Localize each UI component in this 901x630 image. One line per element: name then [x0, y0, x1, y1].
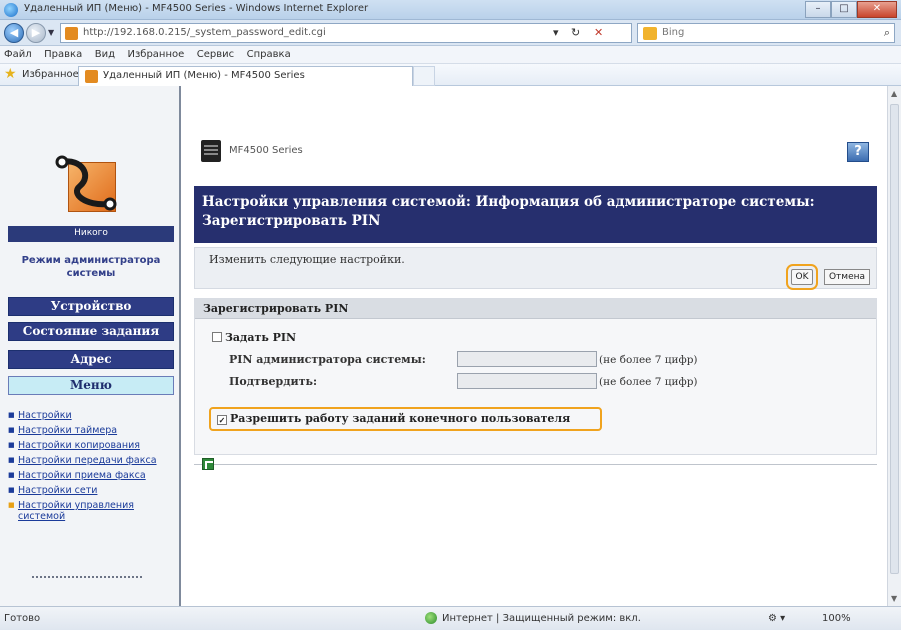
page-title: Настройки управления системой: Информаци… — [194, 186, 877, 243]
confirm-pin-label: Подтвердить: — [229, 375, 318, 388]
browser-tab[interactable]: Удаленный ИП (Меню) - MF4500 Series — [78, 66, 413, 86]
bing-icon — [643, 27, 657, 40]
admin-mode-label: Режим администратора системы — [21, 255, 161, 279]
forward-button[interactable]: ▶ — [26, 23, 46, 43]
confirm-pin-hint: (не более 7 цифр) — [599, 376, 698, 388]
vertical-scrollbar[interactable]: ▲ ▼ — [887, 86, 901, 606]
url-field[interactable]: http://192.168.0.215/_system_password_ed… — [60, 23, 632, 43]
sidebar-divider — [32, 576, 142, 580]
menu-tools[interactable]: Сервис — [197, 49, 234, 60]
set-pin-label: Задать PIN — [225, 331, 297, 344]
sidebar-link-settings[interactable]: Настройки — [8, 410, 176, 421]
help-icon[interactable]: ? — [847, 142, 869, 162]
tab-title: Удаленный ИП (Меню) - MF4500 Series — [103, 70, 305, 81]
allow-user-jobs-checkbox[interactable]: ✓ — [217, 415, 227, 425]
refresh-icon[interactable]: ↻ — [571, 26, 580, 39]
url-text[interactable]: http://192.168.0.215/_system_password_ed… — [83, 27, 326, 38]
sidebar-link-timer[interactable]: Настройки таймера — [8, 425, 176, 436]
change-settings-bar: Изменить следующие настройки. OK Отмена — [194, 247, 877, 290]
tab-favicon-icon — [85, 70, 98, 83]
favorites-star-icon[interactable]: ★ — [4, 66, 17, 82]
scroll-down-icon[interactable]: ▼ — [891, 594, 897, 603]
nav-device-button[interactable]: Устройство — [8, 297, 174, 316]
admin-pin-input[interactable] — [457, 351, 597, 367]
page-viewport: Никого Режим администратора системы Устр… — [0, 86, 901, 606]
sidebar-link-network[interactable]: Настройки сети — [8, 485, 176, 496]
section-title: Зарегистрировать PIN — [195, 299, 876, 319]
window-titlebar: Удаленный ИП (Меню) - MF4500 Series - Wi… — [0, 0, 901, 20]
status-text: Готово — [4, 613, 41, 624]
main-content: MF4500 Series ? Настройки управления сис… — [183, 86, 887, 606]
nav-address-button[interactable]: Адрес — [8, 350, 174, 369]
protected-mode-icon[interactable]: ⚙ ▾ — [768, 613, 785, 624]
security-zone-text: Интернет | Защищенный режим: вкл. — [442, 613, 641, 624]
internet-zone-icon — [425, 612, 437, 624]
menu-bar: Файл Правка Вид Избранное Сервис Справка — [0, 46, 901, 64]
confirm-pin-input[interactable] — [457, 373, 597, 389]
menu-file[interactable]: Файл — [4, 49, 32, 60]
menu-view[interactable]: Вид — [95, 49, 115, 60]
close-button[interactable]: ✕ — [857, 1, 897, 18]
zoom-level[interactable]: 100% — [822, 613, 851, 624]
menu-help[interactable]: Справка — [247, 49, 291, 60]
search-field[interactable]: Bing ⌕ — [637, 23, 895, 43]
remote-ui-logo-icon — [52, 148, 124, 220]
change-settings-message: Изменить следующие настройки. — [209, 253, 405, 266]
user-name-bar: Никого — [8, 226, 174, 242]
maximize-button[interactable]: □ — [831, 1, 857, 18]
sidebar-link-copy[interactable]: Настройки копирования — [8, 440, 176, 451]
nav-job-status-button[interactable]: Состояние задания — [8, 322, 174, 341]
scroll-thumb[interactable] — [890, 104, 899, 574]
new-tab-button[interactable] — [413, 66, 435, 86]
allow-user-jobs-label: Разрешить работу заданий конечного польз… — [230, 412, 571, 425]
back-to-top-icon[interactable] — [202, 458, 214, 470]
ie-logo-icon — [4, 3, 18, 17]
sidebar: Никого Режим администратора системы Устр… — [0, 86, 181, 606]
sidebar-link-fax-send[interactable]: Настройки передачи факса — [8, 455, 176, 466]
device-name: MF4500 Series — [229, 145, 303, 156]
sidebar-link-system-management[interactable]: Настройки управления системой — [8, 500, 176, 522]
status-bar: Готово Интернет | Защищенный режим: вкл.… — [0, 606, 901, 630]
favorites-button[interactable]: Избранное — [22, 69, 79, 80]
set-pin-row: Задать PIN — [212, 331, 296, 344]
minimize-button[interactable]: – — [805, 1, 831, 18]
search-placeholder: Bing — [662, 27, 685, 38]
history-dropdown-icon[interactable]: ▼ — [48, 28, 54, 37]
menu-favorites[interactable]: Избранное — [127, 49, 184, 60]
favorites-bar: ★ Избранное Удаленный ИП (Меню) - MF4500… — [0, 64, 901, 86]
content-divider — [194, 464, 877, 466]
nav-menu-button[interactable]: Меню — [8, 376, 174, 395]
search-icon[interactable]: ⌕ — [884, 26, 890, 40]
allow-user-jobs-row: ✓ Разрешить работу заданий конечного поль… — [209, 407, 602, 431]
printer-icon — [201, 140, 221, 162]
stop-icon[interactable]: ✕ — [594, 26, 603, 39]
back-button[interactable]: ◀ — [4, 23, 24, 43]
sidebar-links: Настройки Настройки таймера Настройки ко… — [8, 410, 176, 526]
address-bar: ◀ ▶ ▼ http://192.168.0.215/_system_passw… — [0, 20, 901, 46]
admin-pin-hint: (не более 7 цифр) — [599, 354, 698, 366]
set-pin-checkbox[interactable] — [212, 332, 222, 342]
menu-edit[interactable]: Правка — [44, 49, 82, 60]
admin-pin-label: PIN администратора системы: — [229, 353, 426, 366]
sidebar-link-fax-receive[interactable]: Настройки приема факса — [8, 470, 176, 481]
window-title: Удаленный ИП (Меню) - MF4500 Series - Wi… — [24, 3, 369, 14]
url-dropdown-icon[interactable]: ▾ — [553, 26, 559, 39]
cancel-button[interactable]: Отмена — [824, 269, 870, 285]
window-controls: – □ ✕ — [805, 1, 897, 18]
site-favicon-icon — [65, 27, 78, 40]
scroll-up-icon[interactable]: ▲ — [891, 89, 897, 98]
register-pin-section: Зарегистрировать PIN Задать PIN PIN адми… — [194, 298, 877, 455]
ok-button[interactable]: OK — [786, 264, 818, 290]
